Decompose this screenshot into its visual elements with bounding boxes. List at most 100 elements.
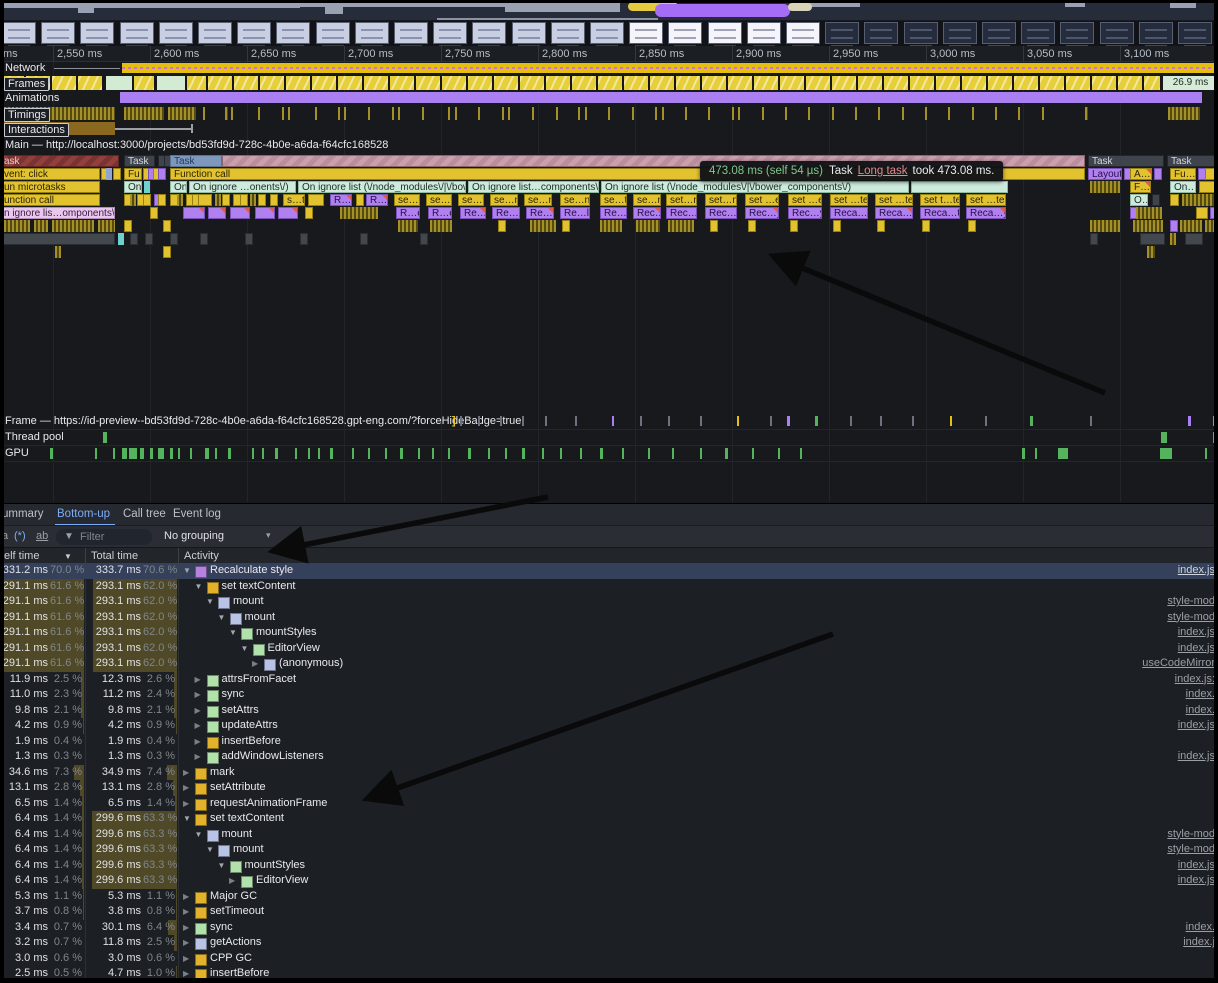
flame-block[interactable] (668, 220, 694, 232)
flame-block[interactable]: R… (330, 194, 352, 206)
flame-block[interactable]: set …tent (830, 194, 868, 206)
flame-block[interactable] (130, 233, 138, 245)
flame-block[interactable]: Task (170, 155, 222, 167)
flame-block[interactable]: On ignore list (\/node_modules\/|\/bower… (298, 181, 466, 193)
collapse-icon[interactable]: ▼ (195, 582, 203, 591)
flame-block[interactable]: On…) (170, 181, 187, 193)
flame-block[interactable] (113, 168, 121, 180)
filmstrip-thumbnail[interactable] (668, 22, 702, 44)
flame-block[interactable]: Fu…ll (1170, 168, 1196, 180)
expand-icon[interactable]: ▶ (183, 923, 189, 932)
filmstrip-thumbnail[interactable] (472, 22, 506, 44)
flame-block[interactable] (1090, 233, 1098, 245)
flame-block[interactable] (163, 220, 171, 232)
collapse-icon[interactable]: ▼ (206, 597, 214, 606)
flame-block[interactable] (0, 233, 115, 245)
table-row[interactable]: 291.1 ms61.6 %293.1 ms62.0 %▼mountstyle-… (0, 594, 1218, 610)
flame-block[interactable]: se…nt (633, 194, 661, 206)
flame-block[interactable] (145, 233, 153, 245)
flame-block[interactable] (968, 220, 976, 232)
table-row[interactable]: 11.0 ms2.3 %11.2 ms2.4 %▶syncindex. (0, 687, 1218, 703)
header-activity[interactable]: Activity (184, 550, 219, 562)
flame-block[interactable] (55, 246, 61, 258)
source-link[interactable]: index.js (1178, 859, 1215, 871)
network-track-label[interactable]: Network (5, 62, 45, 74)
flame-block[interactable]: Rec…le (633, 207, 661, 219)
frames-track-label[interactable]: Frames (4, 77, 49, 91)
flame-block[interactable] (52, 220, 94, 232)
flame-block[interactable]: set …ent (745, 194, 779, 206)
flame-block[interactable] (98, 220, 115, 232)
flame-block[interactable]: se…nt (490, 194, 518, 206)
flame-block[interactable] (143, 194, 151, 206)
flame-block[interactable] (106, 168, 112, 180)
expand-icon[interactable]: ▶ (183, 768, 189, 777)
flame-block[interactable] (215, 194, 221, 206)
flame-block[interactable]: Re…e (460, 207, 486, 219)
flame-block[interactable] (305, 207, 313, 219)
table-row[interactable]: 6.4 ms1.4 %299.6 ms63.3 %▼set textConten… (0, 811, 1218, 827)
flame-block[interactable]: On ignore …onents\/) (189, 181, 296, 193)
table-row[interactable]: 291.1 ms61.6 %293.1 ms62.0 %▼mountstyle-… (0, 610, 1218, 626)
table-row[interactable]: 13.1 ms2.8 %13.1 ms2.8 %▶setAttribute (0, 780, 1218, 796)
flame-block[interactable]: set …tent (966, 194, 1006, 206)
table-row[interactable]: 4.2 ms0.9 %4.2 ms0.9 %▶updateAttrsindex.… (0, 718, 1218, 734)
table-row[interactable]: 3.7 ms0.8 %3.8 ms0.8 %▶setTimeout (0, 904, 1218, 920)
flame-block[interactable] (222, 194, 230, 206)
flame-block[interactable]: se…t (426, 194, 452, 206)
filmstrip-thumbnail[interactable] (864, 22, 898, 44)
flame-block[interactable] (158, 194, 166, 206)
filmstrip-thumbnail[interactable] (1178, 22, 1212, 44)
table-row[interactable]: 1.3 ms0.3 %1.3 ms0.3 %▶addWindowListener… (0, 749, 1218, 765)
table-row[interactable]: 6.4 ms1.4 %299.6 ms63.3 %▼mountstyle-mod (0, 827, 1218, 843)
activity-label[interactable]: updateAttrs (222, 719, 278, 731)
flame-block[interactable] (124, 220, 132, 232)
filter-input[interactable]: ▼ Filter (56, 529, 152, 545)
source-link[interactable]: index.js (1178, 626, 1215, 638)
flame-block[interactable]: set …ent (788, 194, 822, 206)
header-total-time[interactable]: Total time (91, 550, 138, 562)
activity-label[interactable]: CPP GC (210, 952, 252, 964)
activity-label[interactable]: EditorView (256, 874, 308, 886)
expand-icon[interactable]: ▶ (183, 954, 189, 963)
flame-block[interactable]: A… (1130, 168, 1152, 180)
flame-block[interactable]: Task (1167, 155, 1218, 167)
flame-block[interactable] (144, 181, 150, 193)
flame-block[interactable] (150, 207, 158, 219)
flame-block[interactable] (118, 233, 124, 245)
expand-icon[interactable]: ▶ (183, 907, 189, 916)
flame-block[interactable] (360, 233, 368, 245)
filmstrip-thumbnail[interactable] (629, 22, 663, 44)
flame-block[interactable] (163, 246, 171, 258)
activity-label[interactable]: set textContent (210, 812, 284, 824)
source-link[interactable]: index.js (1178, 642, 1215, 654)
flame-block[interactable]: set…nt (705, 194, 737, 206)
flame-block[interactable] (1090, 181, 1120, 193)
flame-block[interactable] (430, 220, 452, 232)
long-task-link[interactable]: Long task (858, 165, 908, 177)
filmstrip-thumbnail[interactable] (551, 22, 585, 44)
flame-block[interactable] (230, 207, 250, 219)
flame-block[interactable] (278, 207, 298, 219)
activity-label[interactable]: mount (245, 611, 276, 623)
flame-block[interactable] (911, 181, 1008, 193)
sort-descending-icon[interactable]: ▼ (64, 552, 72, 561)
gpu-label[interactable]: GPU (5, 447, 29, 459)
table-row[interactable]: 291.1 ms61.6 %293.1 ms62.0 %▼set textCon… (0, 579, 1218, 595)
expand-icon[interactable]: ▶ (183, 783, 189, 792)
table-row[interactable]: 291.1 ms61.6 %293.1 ms62.0 %▶(anonymous)… (0, 656, 1218, 672)
flame-block[interactable]: Re…le (600, 207, 627, 219)
collapse-icon[interactable]: ▼ (218, 861, 226, 870)
activity-label[interactable]: Major GC (210, 890, 257, 902)
flame-block[interactable]: se…t (394, 194, 420, 206)
filmstrip-thumbnail[interactable] (80, 22, 114, 44)
table-row[interactable]: 3.0 ms0.6 %3.0 ms0.6 %▶CPP GC (0, 951, 1218, 967)
expand-icon[interactable]: ▶ (183, 892, 189, 901)
filmstrip-thumbnail[interactable] (276, 22, 310, 44)
expand-icon[interactable]: ▶ (195, 675, 201, 684)
flame-block[interactable]: set …tent (875, 194, 913, 206)
flame-block[interactable] (562, 220, 570, 232)
flame-block[interactable] (356, 194, 364, 206)
flame-block[interactable]: n ignore lis…omponents\/) (0, 207, 115, 219)
flame-block[interactable] (1147, 246, 1155, 258)
